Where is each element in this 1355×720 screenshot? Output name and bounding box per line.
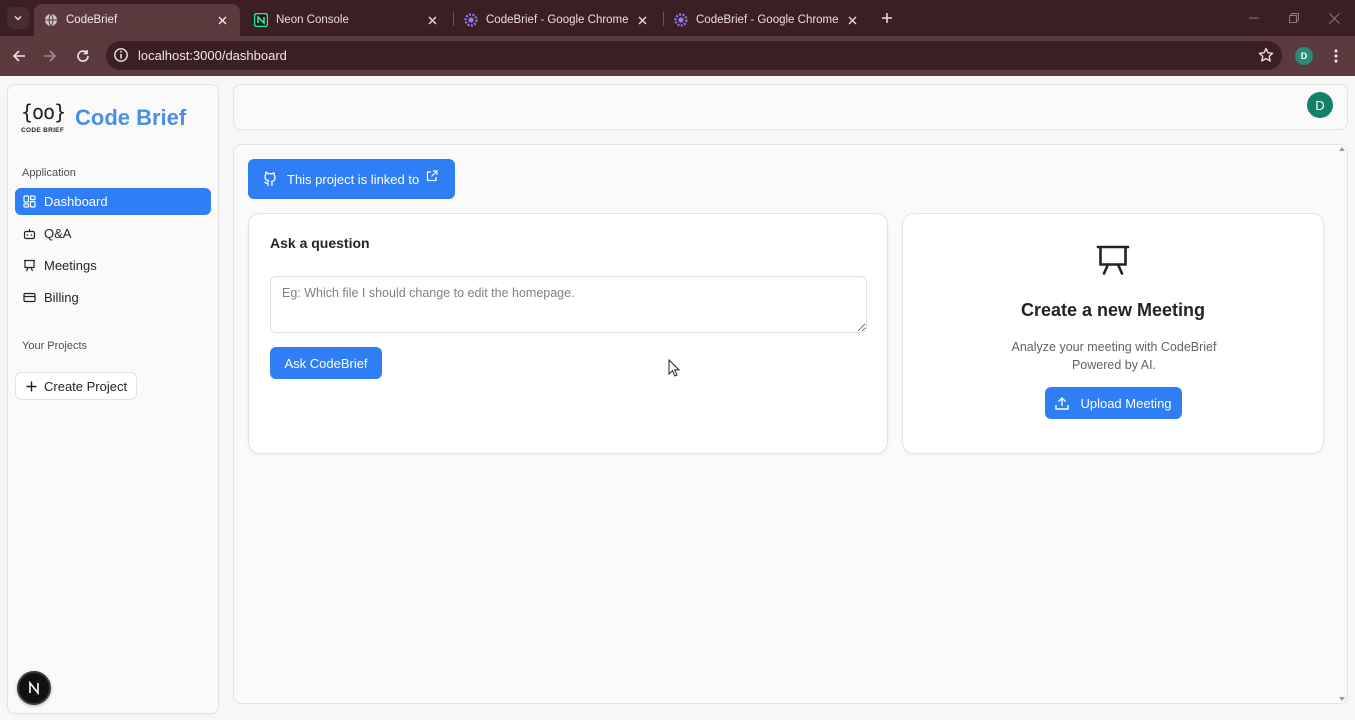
linked-banner-text: This project is linked to — [287, 171, 420, 187]
browser-tab-neon[interactable]: Neon Console — [244, 4, 450, 36]
url-input[interactable] — [138, 45, 1238, 66]
projects-group-label: Your Projects — [22, 340, 88, 352]
external-link-icon — [427, 170, 438, 182]
tab-close-button[interactable] — [844, 12, 860, 28]
next-logo-icon — [29, 681, 39, 695]
forward-button[interactable] — [38, 44, 62, 68]
tab-title: CodeBrief - Google Chrome - 2 — [486, 14, 628, 26]
browser-toolbar: D — [0, 36, 1355, 76]
browser-tab-codebrief[interactable]: CodeBrief — [34, 4, 240, 36]
create-meeting-card: Create a new Meeting Analyze your meetin… — [902, 213, 1324, 454]
create-meeting-title: Create a new Meeting — [1020, 300, 1206, 320]
dashboard-icon — [23, 195, 36, 208]
tab-title: Neon Console — [276, 14, 349, 26]
reload-icon — [77, 50, 89, 62]
ask-codebrief-button[interactable]: Ask CodeBrief — [270, 347, 382, 379]
tab-title: CodeBrief — [66, 14, 118, 26]
plus-icon — [26, 381, 37, 391]
close-window-button[interactable] — [1324, 8, 1344, 28]
neon-icon — [254, 13, 268, 27]
sidebar: {oo} CODE BRIEF Code Brief Application D… — [7, 84, 219, 714]
close-icon — [638, 16, 646, 24]
create-project-label: Create Project — [44, 378, 128, 394]
more-vertical-icon — [1334, 49, 1338, 63]
sidebar-item-label: Q&A — [44, 226, 72, 241]
brand[interactable]: {oo} CODE BRIEF Code Brief — [20, 99, 186, 137]
arrow-left-icon — [12, 50, 25, 62]
sidebar-item-dashboard[interactable]: Dashboard — [15, 188, 211, 215]
close-icon — [1328, 12, 1340, 24]
browser-tab-codebrief-2[interactable]: CodeBrief - Google Chrome - 2 — [454, 4, 660, 36]
close-icon — [428, 16, 436, 24]
browser-tabstrip: CodeBrief Neon Console CodeBrief - Googl… — [0, 0, 1355, 36]
sidebar-item-billing[interactable]: Billing — [15, 284, 211, 311]
application-group-label: Application — [22, 167, 76, 179]
main-content: This project is linked to Ask a question… — [233, 144, 1348, 704]
tab-title: CodeBrief - Google Chrome - 2 — [696, 14, 838, 26]
gear-icon — [674, 13, 688, 27]
sidebar-item-qa[interactable]: Q&A — [15, 220, 211, 247]
close-icon — [848, 16, 856, 24]
address-bar[interactable] — [106, 41, 1282, 70]
ask-question-title: Ask a question — [270, 235, 370, 251]
chevron-down-icon — [14, 15, 22, 21]
github-icon — [264, 171, 276, 187]
browser-profile-button[interactable]: D — [1295, 47, 1313, 65]
plus-icon — [882, 13, 892, 23]
tab-close-button[interactable] — [424, 12, 440, 28]
sidebar-item-meetings[interactable]: Meetings — [15, 252, 211, 279]
arrow-right-icon — [44, 50, 57, 62]
reload-button[interactable] — [71, 44, 95, 68]
github-link-banner[interactable]: This project is linked to — [248, 159, 455, 199]
sidebar-item-label: Billing — [44, 290, 79, 305]
restore-button[interactable] — [1284, 8, 1304, 28]
presentation-icon — [24, 259, 35, 272]
scroll-down-arrow[interactable] — [1339, 697, 1345, 701]
globe-icon — [45, 13, 57, 27]
back-button[interactable] — [7, 44, 31, 68]
top-header: D — [233, 84, 1348, 130]
minimize-button[interactable] — [1244, 8, 1264, 28]
new-tab-button[interactable] — [877, 8, 897, 28]
upload-meeting-label: Upload Meeting — [1080, 395, 1172, 411]
tab-close-button[interactable] — [634, 12, 650, 28]
create-project-button[interactable]: Create Project — [15, 372, 137, 400]
logo-caption: CODE BRIEF — [21, 127, 65, 134]
logo-glyph: {oo} — [21, 100, 66, 124]
minimize-icon — [1249, 17, 1259, 19]
scroll-up-arrow[interactable] — [1339, 147, 1345, 151]
upload-icon — [1055, 397, 1070, 410]
sidebar-nav: Dashboard Q&A Meetings Billing — [15, 188, 211, 316]
question-input[interactable] — [270, 276, 867, 333]
gear-icon — [464, 13, 478, 27]
tab-close-button[interactable] — [214, 12, 230, 28]
ask-question-card: Ask a question Ask CodeBrief — [248, 213, 888, 454]
browser-tab-codebrief-3[interactable]: CodeBrief - Google Chrome - 2 — [664, 4, 870, 36]
restore-icon — [1289, 13, 1299, 23]
sidebar-item-label: Meetings — [44, 258, 97, 273]
presentation-icon — [1096, 245, 1130, 275]
create-meeting-subtitle: Analyze your meeting with CodeBrief Powe… — [1011, 340, 1217, 372]
bookmark-star-icon[interactable] — [1258, 47, 1274, 63]
avatar[interactable]: D — [1307, 92, 1333, 118]
close-icon — [218, 16, 226, 24]
next-devtools-button[interactable] — [17, 671, 51, 705]
site-info-icon[interactable] — [113, 47, 129, 63]
tab-search-button[interactable] — [7, 7, 29, 29]
credit-card-icon — [23, 292, 36, 303]
sidebar-item-label: Dashboard — [44, 194, 108, 209]
upload-meeting-button[interactable]: Upload Meeting — [1045, 387, 1182, 419]
bot-icon — [23, 229, 36, 240]
browser-menu-button[interactable] — [1326, 46, 1346, 66]
codebrief-logo-icon: {oo} CODE BRIEF — [20, 99, 66, 137]
mouse-cursor-icon — [668, 359, 680, 377]
brand-name: Code Brief — [75, 105, 187, 130]
